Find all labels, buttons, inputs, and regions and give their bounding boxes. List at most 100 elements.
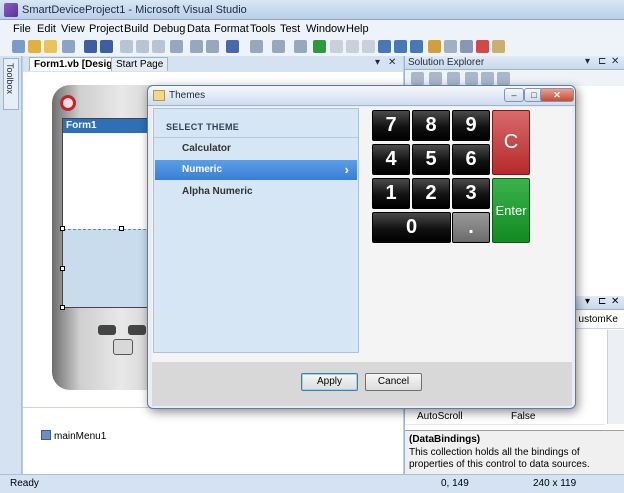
resize-handle[interactable] (60, 226, 65, 231)
step-icon[interactable] (362, 40, 375, 53)
menu-project[interactable]: Project (89, 23, 123, 35)
document-tabs: Form1.vb [Design]* Start Page ▾ ✕ (23, 56, 403, 72)
undo-icon[interactable] (226, 40, 239, 53)
object-selector-value: ustomKe (578, 314, 618, 325)
panel-dropdown-icon[interactable]: ▾ (585, 56, 590, 67)
refresh-icon[interactable] (447, 72, 460, 85)
resize-handle[interactable] (60, 305, 65, 310)
key-9[interactable]: 9 (452, 110, 490, 141)
new-project-icon[interactable] (12, 40, 25, 53)
properties-icon[interactable] (411, 72, 424, 85)
menu-file[interactable]: File (13, 23, 31, 35)
properties-scrollbar[interactable] (607, 330, 624, 424)
start-debug-icon[interactable] (313, 40, 326, 53)
step-into-icon[interactable] (378, 40, 391, 53)
redo-icon[interactable] (250, 40, 263, 53)
tray-item-label: mainMenu1 (54, 431, 107, 442)
key-3[interactable]: 3 (452, 178, 490, 209)
key-clear[interactable]: C (492, 110, 530, 175)
minimize-button[interactable]: – (504, 88, 524, 102)
key-5[interactable]: 5 (412, 144, 450, 175)
resize-handle[interactable] (119, 226, 124, 231)
solution-explorer-toolbar (405, 70, 624, 86)
show-all-files-icon[interactable] (429, 72, 442, 85)
menu-window[interactable]: Window (306, 23, 345, 35)
apply-button[interactable]: Apply (301, 373, 358, 391)
window-title: SmartDeviceProject1 - Microsoft Visual S… (22, 4, 247, 16)
solution-explorer-title: Solution Explorer (408, 57, 485, 68)
property-row[interactable]: AutoScroll False (405, 410, 605, 425)
menu-test[interactable]: Test (280, 23, 300, 35)
dialog-title: Themes (169, 90, 206, 101)
panel-pin-icon[interactable]: ⊏ (598, 296, 606, 307)
error-list-icon[interactable] (476, 40, 489, 53)
property-value[interactable]: False (511, 411, 535, 422)
key-7[interactable]: 7 (372, 110, 410, 141)
key-enter[interactable]: Enter (492, 178, 530, 243)
view-designer-icon[interactable] (481, 72, 494, 85)
menu-format[interactable]: Format (214, 23, 249, 35)
stop-icon[interactable] (346, 40, 359, 53)
key-1[interactable]: 1 (372, 178, 410, 209)
theme-item-numeric[interactable]: Numeric › (155, 160, 357, 180)
toolbox-button-icon[interactable] (460, 40, 473, 53)
theme-item-alpha-numeric[interactable]: Alpha Numeric (155, 182, 357, 202)
panel-dropdown-icon[interactable]: ▾ (585, 296, 590, 307)
menu-help[interactable]: Help (346, 23, 369, 35)
close-button[interactable]: ✕ (540, 88, 574, 102)
class-diagram-icon[interactable] (497, 72, 510, 85)
object-browser-icon[interactable] (444, 40, 457, 53)
panel-close-icon[interactable]: ✕ (611, 56, 619, 67)
visual-studio-icon (4, 3, 18, 17)
uncomment-icon[interactable] (206, 40, 219, 53)
save-all-icon[interactable] (100, 40, 113, 53)
comment-icon[interactable] (190, 40, 203, 53)
form1-title: Form1 (66, 120, 97, 131)
properties-window-icon[interactable] (428, 40, 441, 53)
cancel-button[interactable]: Cancel (365, 373, 422, 391)
status-text: Ready (10, 478, 39, 489)
tab-close-icon[interactable]: ✕ (388, 57, 396, 68)
key-6[interactable]: 6 (452, 144, 490, 175)
view-code-icon[interactable] (465, 72, 478, 85)
key-2[interactable]: 2 (412, 178, 450, 209)
save-icon[interactable] (84, 40, 97, 53)
navigate-icon[interactable] (272, 40, 285, 53)
theme-label: Alpha Numeric (182, 186, 253, 197)
add-item-icon[interactable] (28, 40, 41, 53)
navigate-forward-icon[interactable] (294, 40, 307, 53)
menu-view[interactable]: View (61, 23, 85, 35)
paste-icon[interactable] (152, 40, 165, 53)
find-icon[interactable] (170, 40, 183, 53)
key-0[interactable]: 0 (372, 212, 451, 243)
pause-icon[interactable] (330, 40, 343, 53)
key-8[interactable]: 8 (412, 110, 450, 141)
options-icon[interactable] (492, 40, 505, 53)
panel-pin-icon[interactable]: ⊏ (598, 56, 606, 67)
key-4[interactable]: 4 (372, 144, 410, 175)
menu-build[interactable]: Build (124, 23, 148, 35)
menu-edit[interactable]: Edit (37, 23, 56, 35)
tab-start-page[interactable]: Start Page (111, 57, 169, 71)
key-decimal[interactable]: . (452, 212, 490, 243)
add-new-item-icon[interactable] (62, 40, 75, 53)
resize-handle[interactable] (60, 266, 65, 271)
property-description: (DataBindings) This collection holds all… (405, 430, 624, 474)
menu-data[interactable]: Data (187, 23, 210, 35)
open-file-icon[interactable] (44, 40, 57, 53)
theme-item-calculator[interactable]: Calculator (155, 139, 357, 159)
menu-debug[interactable]: Debug (153, 23, 185, 35)
toolbox-tab[interactable]: Toolbox (3, 58, 19, 110)
description-text: This collection holds all the bindings o… (409, 447, 590, 470)
device-hardware-buttons (98, 325, 148, 365)
panel-close-icon[interactable]: ✕ (611, 296, 619, 307)
copy-icon[interactable] (136, 40, 149, 53)
menu-tools[interactable]: Tools (250, 23, 276, 35)
device-icon[interactable] (410, 40, 423, 53)
step-over-icon[interactable] (394, 40, 407, 53)
main-menu-component[interactable]: mainMenu1 (41, 430, 106, 442)
standard-toolbar (0, 38, 624, 56)
theme-label: Calculator (182, 143, 231, 154)
cut-icon[interactable] (120, 40, 133, 53)
tab-dropdown-icon[interactable]: ▾ (375, 57, 380, 68)
